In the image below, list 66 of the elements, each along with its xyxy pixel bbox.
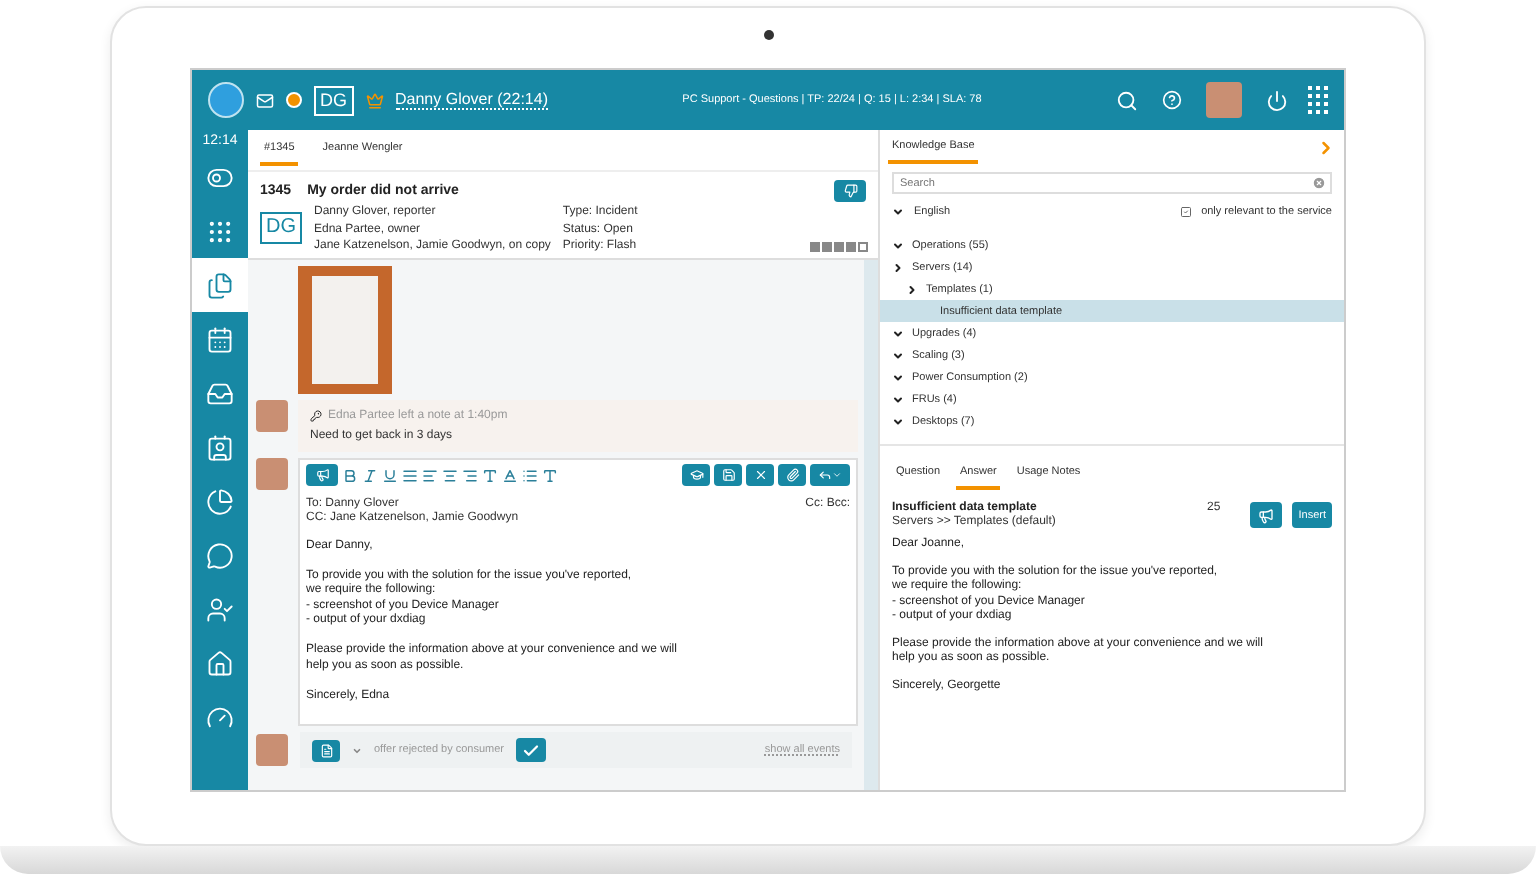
document-icon [319, 743, 333, 757]
power-icon[interactable] [1266, 89, 1288, 111]
send-button[interactable] [1250, 502, 1283, 528]
chat-bubble-icon [206, 541, 234, 569]
megaphone-icon [1258, 507, 1275, 523]
toggle-icon [206, 163, 234, 191]
caret-down-icon[interactable] [892, 206, 904, 218]
caret-down-icon [832, 470, 842, 480]
reply-button[interactable] [810, 464, 850, 486]
customer-name[interactable]: Danny Glover (22:14) [395, 90, 548, 110]
tray-icon [206, 379, 234, 407]
photo-placeholder [298, 266, 392, 394]
underline-icon[interactable] [382, 467, 398, 483]
save-icon [721, 468, 735, 482]
confirm-button[interactable] [516, 738, 547, 762]
documents-icon [206, 271, 234, 299]
discard-button[interactable] [746, 464, 774, 486]
key-icon [310, 410, 322, 422]
mail-icon[interactable] [256, 91, 274, 109]
close-icon [753, 468, 767, 482]
graduation-cap-icon [689, 468, 703, 482]
filter-checkbox[interactable] [1179, 206, 1192, 218]
font-icon[interactable] [542, 467, 558, 483]
sidebar-item[interactable] [192, 258, 248, 312]
avatar-placeholder [256, 458, 288, 490]
grid-icon [206, 217, 234, 245]
chevron-right-icon[interactable] [1316, 138, 1336, 158]
list-icon[interactable] [522, 467, 538, 483]
contact-card-icon [206, 433, 234, 461]
align-left-icon[interactable] [422, 467, 438, 483]
calendar-icon [206, 325, 234, 353]
reporter-initials: DG [260, 212, 302, 244]
align-right-icon[interactable] [462, 467, 478, 483]
avatar-placeholder [256, 734, 288, 766]
clear-icon[interactable] [1312, 176, 1326, 190]
thumbs-down-icon [843, 184, 857, 198]
note-button[interactable] [312, 739, 340, 761]
save-button[interactable] [714, 464, 742, 486]
gauge-icon [206, 703, 234, 731]
status-dot [286, 92, 302, 108]
status-indicator[interactable] [208, 82, 244, 118]
home-icon [206, 649, 234, 677]
align-center-icon[interactable] [442, 467, 458, 483]
bold-icon[interactable] [342, 467, 358, 483]
crown-icon [365, 91, 383, 109]
search-icon[interactable] [1116, 89, 1138, 111]
paperclip-icon [785, 468, 799, 482]
send-button[interactable] [306, 464, 338, 486]
customer-initials: DG [314, 85, 353, 115]
italic-icon[interactable] [362, 467, 378, 483]
avatar-placeholder [256, 400, 288, 432]
camera-dot [763, 30, 773, 40]
template-button[interactable] [682, 464, 710, 486]
text-size-icon[interactable] [482, 467, 498, 483]
help-icon[interactable] [1162, 90, 1182, 110]
align-justify-icon[interactable] [402, 467, 418, 483]
megaphone-icon [315, 468, 329, 482]
user-check-icon [206, 595, 234, 623]
checkmark-icon [522, 741, 541, 759]
pie-chart-icon [206, 487, 234, 515]
logo-icon [1308, 86, 1328, 114]
reply-icon [818, 468, 832, 482]
caret-down-icon [352, 745, 362, 755]
text-color-icon[interactable] [502, 467, 518, 483]
thumbs-down-button[interactable] [834, 180, 866, 202]
attach-button[interactable] [778, 464, 806, 486]
